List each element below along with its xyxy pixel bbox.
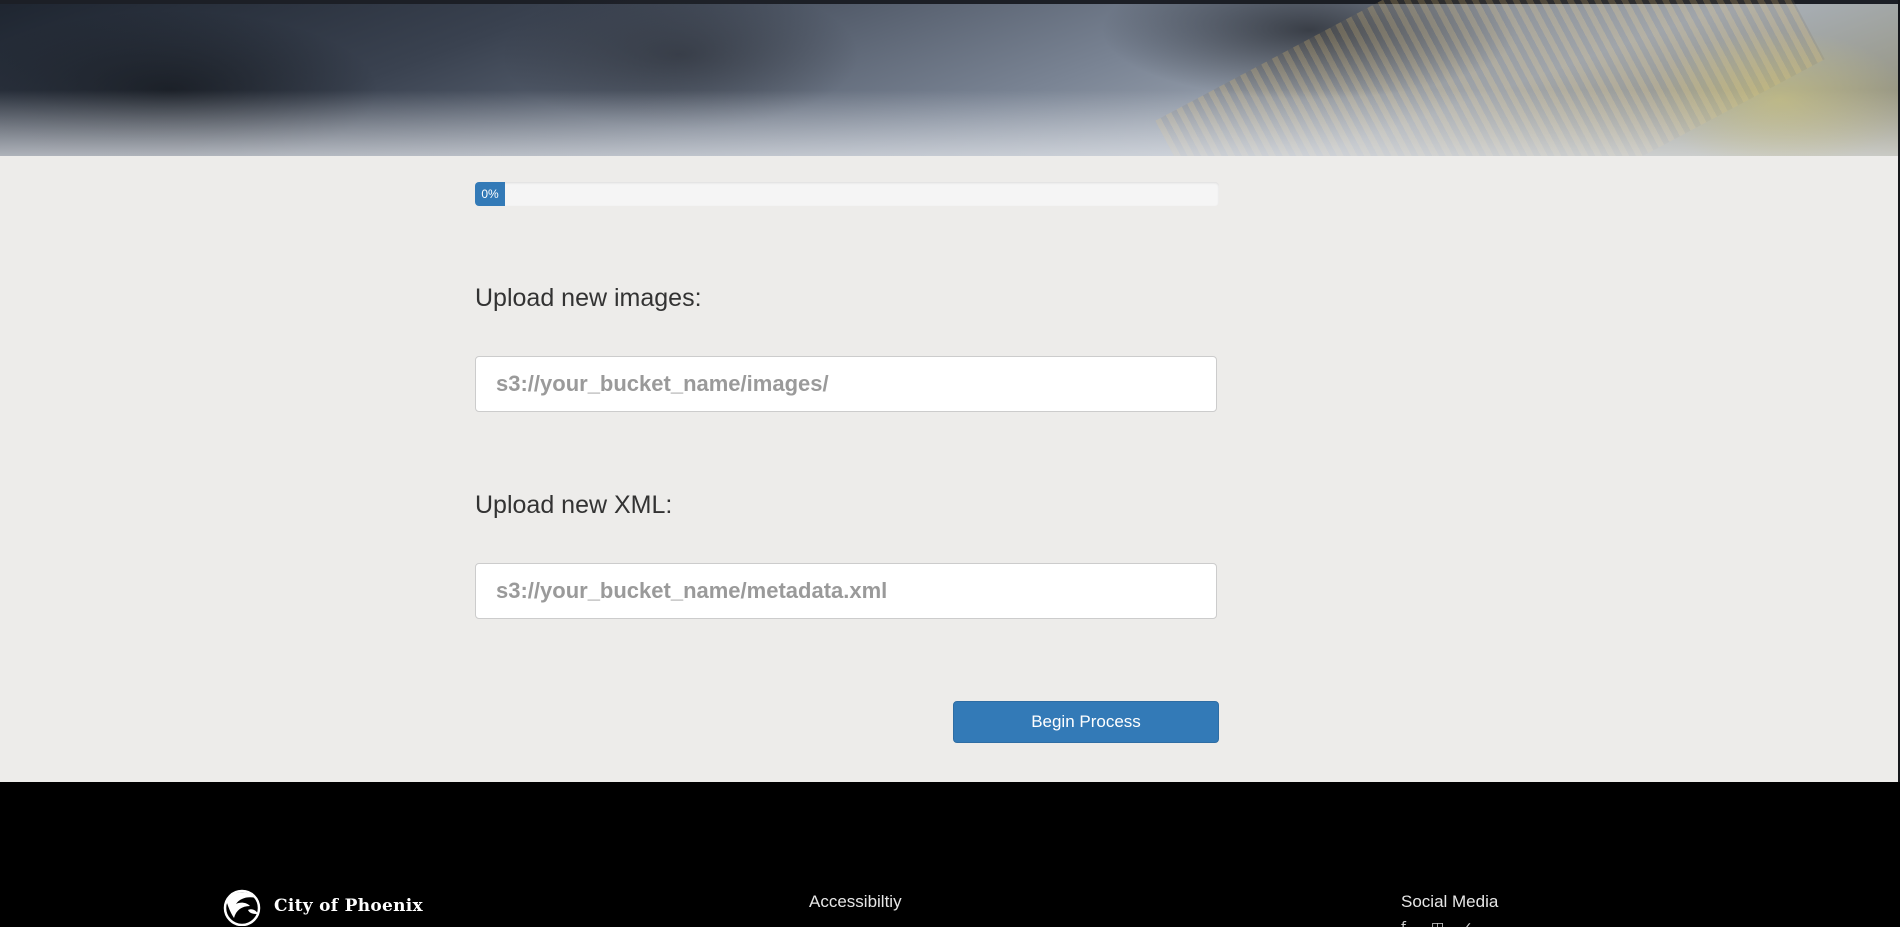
progress-bar: 0% <box>475 182 1219 206</box>
page: 0% Upload new images: Upload new XML: Be… <box>0 0 1900 927</box>
hero-banner-image <box>0 0 1900 156</box>
xml-path-input[interactable] <box>475 563 1217 619</box>
images-upload-label: Upload new images: <box>475 284 702 312</box>
instagram-icon[interactable]: ◫ <box>1431 920 1447 927</box>
progress-bar-fill: 0% <box>475 182 505 206</box>
footer: City of Phoenix Accessibiltiy Social Med… <box>0 782 1900 927</box>
accessibility-heading[interactable]: Accessibiltiy <box>809 892 902 912</box>
social-media-heading: Social Media <box>1401 892 1499 911</box>
city-of-phoenix-logo[interactable]: City of Phoenix <box>218 886 423 926</box>
xml-upload-label: Upload new XML: <box>475 491 673 519</box>
images-path-input[interactable] <box>475 356 1217 412</box>
social-icons: f ◫ ✓ <box>1401 920 1477 927</box>
begin-process-button[interactable]: Begin Process <box>953 701 1219 743</box>
twitter-icon[interactable]: ✓ <box>1461 920 1477 927</box>
phoenix-bird-icon <box>223 889 261 926</box>
facebook-icon[interactable]: f <box>1401 920 1417 927</box>
logo-text: City of Phoenix <box>274 896 423 916</box>
